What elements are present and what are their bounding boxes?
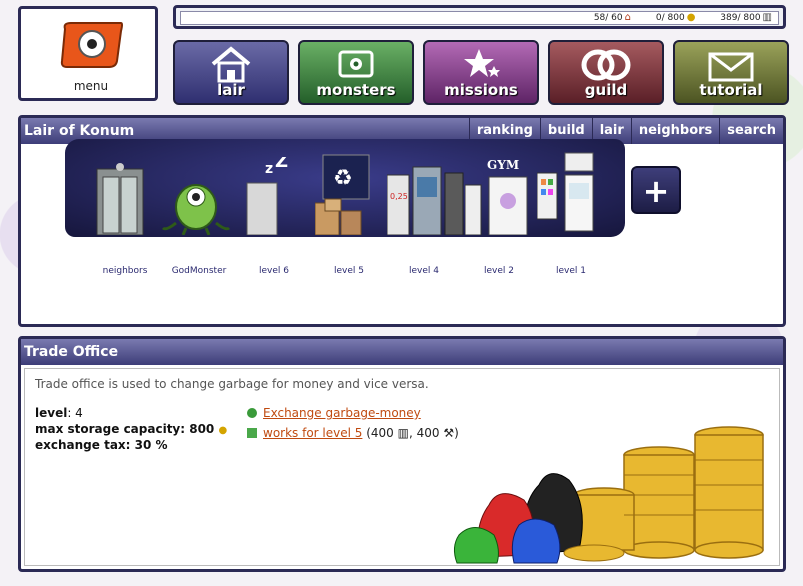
tab-search[interactable]: search [719,118,783,144]
garbage-stat: 389/ 800 ▥ [720,12,772,24]
trash-can-icon: ▥ [762,12,772,23]
level-value: : 4 [67,406,83,420]
tab-neighbors[interactable]: neighbors [630,118,719,144]
trade-office-title: Trade Office [24,344,119,360]
nav-lair-button[interactable]: lair [173,40,289,105]
monster-card-icon [338,50,374,78]
nav-lair-label: lair [217,81,245,99]
room-label-neighbors[interactable]: neighbors [95,266,155,276]
nav-missions-label: missions [444,81,518,99]
svg-text:Z: Z [275,157,288,172]
room-label-level-4[interactable]: level 4 [394,266,454,276]
menu-button[interactable]: menu [18,6,158,101]
elevator-door-icon[interactable] [95,163,145,235]
green-arrows-icon [247,408,257,418]
exchange-link-row: Exchange garbage-money [247,406,421,420]
svg-text:z: z [265,161,273,177]
lair-panel-title: Lair of Konum [24,123,135,139]
capacity-text: max storage capacity: 800 [35,422,215,436]
room-label-level-6[interactable]: level 6 [244,266,304,276]
eye-logo-icon [60,22,123,68]
coin-icon: ● [218,425,228,436]
level-label: level [35,406,68,420]
resource-stats-bar: 58/ 60 ⌂ 0/ 800 ● 389/ 800 ▥ [173,5,786,29]
trade-office-panel: Trade Office Trade office is used to cha… [18,336,786,572]
money-stat: 0/ 800 ● [656,12,696,24]
green-monster-icon[interactable] [161,173,231,235]
add-level-button[interactable]: + [631,166,681,214]
coin-icon: ● [686,12,696,23]
level-one-room-icon[interactable] [537,151,617,235]
trade-office-content: Trade office is used to change garbage f… [24,368,780,566]
nav-tutorial-label: tutorial [699,81,763,99]
room-label-level-1[interactable]: level 1 [541,266,601,276]
nav-guild-label: guild [584,81,628,99]
houses-stat: 58/ 60 ⌂ [594,12,631,24]
lair-panel: Lair of Konum ranking build lair neighbo… [18,115,786,327]
trade-office-header: Trade Office [21,339,783,365]
upgrade-cost-garbage: (400 [362,426,398,440]
works-for-level-5-link[interactable]: works for level 5 [263,426,362,440]
rings-icon [581,49,631,81]
svg-text:GYM: GYM [487,158,519,172]
stats-inner: 58/ 60 ⌂ 0/ 800 ● 389/ 800 ▥ [180,11,779,25]
build-arrow-icon [247,428,257,438]
nav-tutorial-button[interactable]: tutorial [673,40,789,105]
recycling-room-icon[interactable]: ♻ [315,153,377,235]
menu-label: menu [73,79,109,93]
nav-monsters-button[interactable]: monsters [298,40,414,105]
trash-can-icon: ▥ [397,426,409,440]
money-count: 0/ 800 [655,13,685,23]
nav-monsters-label: monsters [316,81,396,99]
lair-rooms-strip: z Z ♻ 0,25 GYM [65,139,625,237]
house-icon [211,46,251,83]
sleeping-room-door-icon[interactable]: z Z [243,157,301,235]
nav-guild-button[interactable]: guild [548,40,664,105]
svg-text:♻: ♻ [333,166,353,191]
exchange-garbage-money-link[interactable]: Exchange garbage-money [263,406,421,420]
house-icon: ⌂ [624,12,631,23]
houses-count: 58/ 60 [593,13,623,23]
garbage-count: 389/ 800 [720,13,761,23]
room-label-godmonster[interactable]: GodMonster [169,266,229,276]
tax-info: exchange tax: 30 % [35,438,168,452]
stars-icon [464,49,500,77]
room-label-level-5[interactable]: level 5 [319,266,379,276]
gym-room-icon[interactable]: GYM [465,155,531,235]
level-info: level: 4 [35,406,83,420]
trade-office-description: Trade office is used to change garbage f… [35,377,429,391]
capacity-info: max storage capacity: 800 ● [35,422,227,436]
envelope-icon [708,52,754,82]
coins-and-garbage-bags-icon [453,426,764,564]
upgrade-link-row: works for level 5 (400 ▥, 400 ⚒) [247,426,459,440]
room-label-level-2[interactable]: level 2 [469,266,529,276]
svg-text:0,25: 0,25 [390,192,408,201]
nav-missions-button[interactable]: missions [423,40,539,105]
vending-machines-icon[interactable]: 0,25 [387,155,467,235]
